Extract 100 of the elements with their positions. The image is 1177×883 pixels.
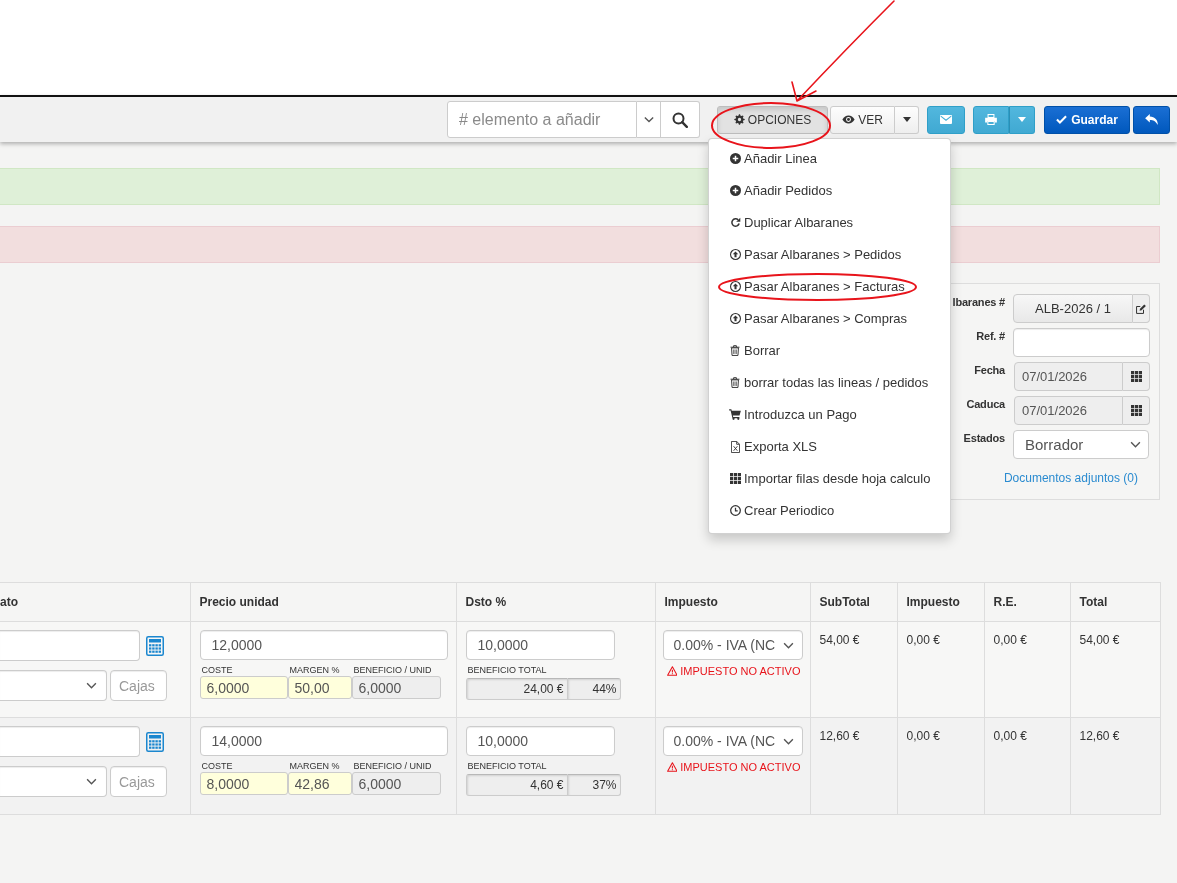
field-label: Caduca [965,397,1005,412]
search-field[interactable]: # elemento a añadir [447,101,637,138]
table-cell: 0,00 € [897,717,984,815]
gear-icon [733,114,745,125]
date-field[interactable]: 07/01/2026 [1014,396,1123,425]
status-select[interactable]: Borrador [1013,430,1149,459]
plus-circle-icon [729,153,741,164]
date-field[interactable]: 07/01/2026 [1014,362,1123,391]
text-field[interactable] [0,726,140,757]
edit-button[interactable] [1133,294,1150,323]
cost-field[interactable]: 6,0000 [199,676,288,699]
table-cell: 0,00 € [984,621,1070,718]
clock-icon [729,505,741,516]
number-button[interactable]: ALB-2026 / 1 [1013,294,1133,323]
column-header: Impuesto [655,582,810,622]
plus-circle-icon [729,185,741,196]
up-arrow-circle-icon [729,313,741,324]
search-button[interactable] [661,101,700,138]
field-label: Ref. # [975,329,1005,344]
tax-select[interactable]: 0.00% - IVA (NC [662,630,803,660]
field-label: Estados [962,431,1005,446]
grid-icon [1130,371,1142,382]
menu-item[interactable]: Pasar Albaranes > Pedidos [709,238,950,271]
menu-item[interactable]: Exporta XLS [709,430,950,463]
field-label: BENEFICIO / UNID [352,665,433,676]
column-header: SubTotal [810,582,897,622]
back-button[interactable] [1133,105,1170,134]
options-button[interactable]: OPCIONES [717,105,828,134]
field-label: MARGEN % [288,761,341,772]
margin-field[interactable]: 50,00 [287,676,352,699]
email-button[interactable] [927,105,965,134]
discount-field[interactable]: 10,0000 [465,630,615,660]
percent-field[interactable]: 37% [567,774,621,796]
discount-field[interactable]: 10,0000 [465,726,615,756]
column-header: R.E. [984,582,1070,622]
profit-field[interactable]: 6,0000 [351,772,441,795]
select-field[interactable] [0,670,107,701]
attachments-link[interactable]: Documentos adjuntos (0) [1003,471,1138,485]
trash-icon [730,377,740,388]
table-cell: 0,00 € [984,717,1070,815]
edit-icon [1136,303,1146,314]
check-icon [1056,115,1068,124]
eye-icon [842,115,856,124]
up-arrow-circle-icon [729,249,741,260]
menu-item[interactable]: Pasar Albaranes > Compras [709,302,950,335]
chevron-down-icon [782,737,794,745]
print-button[interactable] [973,105,1009,134]
text-field[interactable] [1013,328,1150,357]
curved-arrow-icon [1145,114,1158,125]
percent-field[interactable]: 44% [567,678,621,700]
chevron-down-icon [1130,441,1141,448]
column-header: Total [1070,582,1160,622]
margin-field[interactable]: 42,86 [287,772,352,795]
calendar-button[interactable] [1123,396,1150,425]
warning-icon [666,762,678,772]
warning-text: IMPUESTO NO ACTIVO [680,665,801,677]
table-cell: 54,00 € [810,621,897,718]
menu-item[interactable]: Introduzca un Pago [709,398,950,431]
chevron-down-icon [86,682,97,689]
warning-text: IMPUESTO NO ACTIVO [680,761,801,773]
menu-item[interactable]: Duplicar Albaranes [709,206,950,239]
grid-icon [1130,405,1142,416]
menu-item[interactable]: Pasar Albaranes > Facturas [709,270,950,303]
total-profit-field[interactable]: 24,00 € [465,678,568,700]
table-cell: 54,00 € [1070,621,1160,718]
save-button[interactable]: Guardar [1044,105,1130,134]
units-field[interactable]: Cajas [110,766,167,797]
field-label: BENEFICIO / UNID [352,761,433,772]
circular-arrow-icon [729,217,741,228]
menu-item[interactable]: borrar todas las lineas / pedidos [709,366,950,399]
cost-field[interactable]: 8,0000 [199,772,288,795]
table-cell: 0,00 € [897,621,984,718]
price-field[interactable]: 14,0000 [199,726,448,756]
chevron-down-icon [86,778,97,785]
menu-item[interactable]: Borrar [709,334,950,367]
dropdown-button[interactable] [895,105,919,134]
field-label: MARGEN % [288,665,341,676]
price-field[interactable]: 12,0000 [199,630,448,660]
trash-icon [730,345,740,356]
view-button[interactable]: VER [830,105,895,134]
menu-item[interactable]: Añadir Pedidos [709,174,950,207]
calendar-button[interactable] [1123,362,1150,391]
select-field[interactable] [0,766,107,797]
cart-icon [729,409,741,420]
profit-field[interactable]: 6,0000 [351,676,441,699]
menu-item[interactable]: Añadir Linea [709,142,950,175]
caret-icon [902,117,911,122]
field-label: Fecha [973,363,1005,378]
menu-item[interactable]: Importar filas desde hoja calculo [709,462,950,495]
units-field[interactable]: Cajas [110,670,167,701]
search-icon [672,111,688,128]
text-field[interactable] [0,630,140,661]
menu-item[interactable]: Crear Periodico [709,494,950,527]
chevron-down-icon [782,641,794,649]
envelope-icon [940,115,952,124]
column-header: Impuesto [897,582,984,622]
total-profit-field[interactable]: 4,60 € [465,774,568,796]
warning-icon [666,666,678,676]
tax-select[interactable]: 0.00% - IVA (NC [662,726,803,756]
table-cell: 12,60 € [1070,717,1160,815]
